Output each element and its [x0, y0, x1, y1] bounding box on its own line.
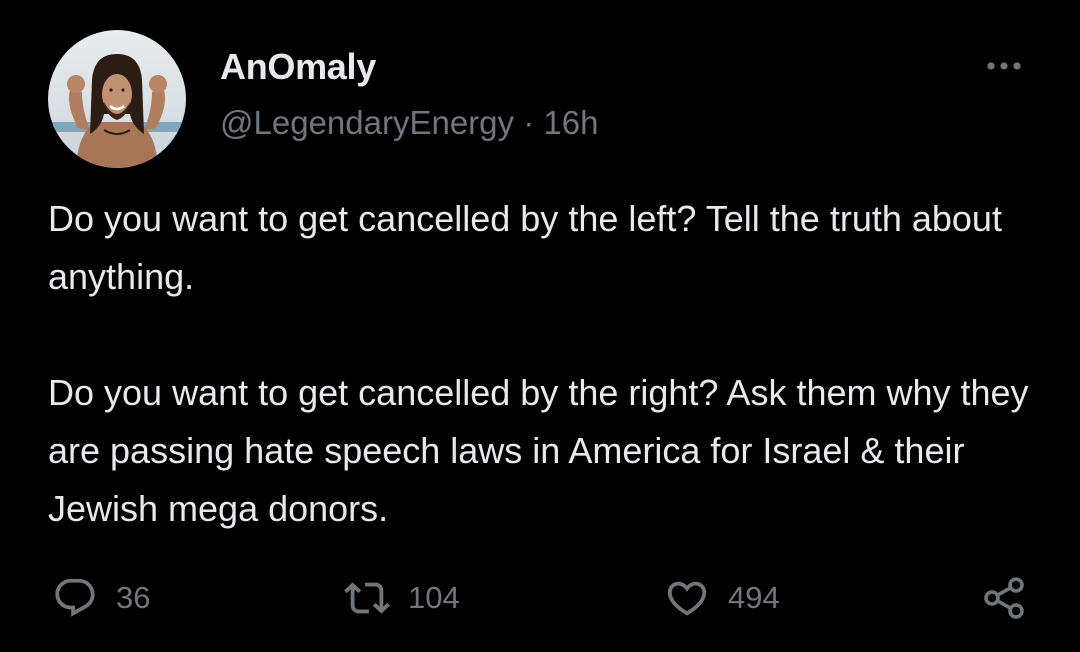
retweet-count: 104 [408, 580, 460, 615]
tweet-card: AnOmaly @LegendaryEnergy · 16h Do you wa… [0, 0, 1080, 652]
display-name[interactable]: AnOmaly [220, 46, 376, 88]
reply-button[interactable]: 36 [52, 570, 150, 626]
handle[interactable]: @LegendaryEnergy [220, 104, 514, 141]
like-count: 494 [728, 580, 780, 615]
separator: · [523, 104, 535, 141]
reply-count: 36 [116, 580, 151, 615]
timestamp[interactable]: 16h [543, 104, 598, 141]
retweet-icon [344, 582, 390, 614]
share-icon [984, 577, 1024, 619]
ellipsis-icon[interactable] [980, 52, 1028, 80]
handle-line: @LegendaryEnergy · 16h [220, 104, 598, 142]
reply-icon [55, 578, 95, 617]
action-bar: 36 104 494 [0, 570, 1080, 626]
avatar[interactable] [48, 30, 186, 168]
share-button[interactable] [980, 570, 1028, 626]
tweet-text: Do you want to get cancelled by the left… [48, 198, 1029, 529]
like-button[interactable]: 494 [664, 570, 780, 626]
retweet-button[interactable]: 104 [344, 570, 460, 626]
profile-photo-icon [48, 30, 186, 168]
heart-icon [667, 581, 707, 616]
